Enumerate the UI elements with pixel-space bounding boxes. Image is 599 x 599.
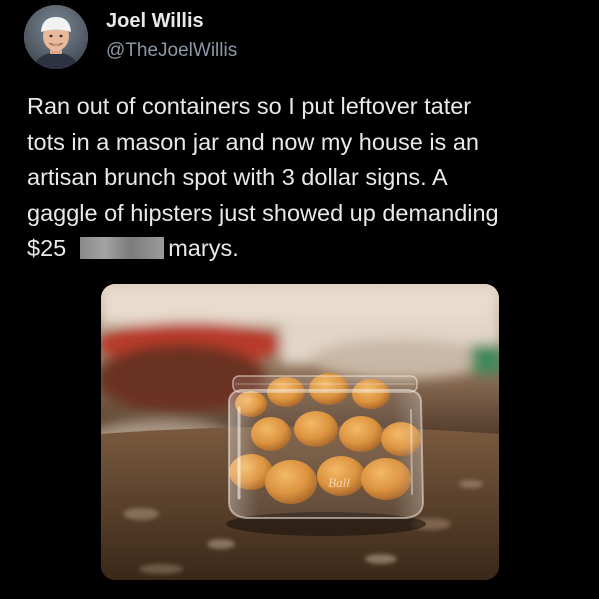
tweet-line-last: $25 marys. [27,231,587,267]
tater-tots-jar-image: Ball [101,284,499,580]
tweet-line: gaggle of hipsters just showed up demand… [27,199,499,226]
tweet-card: Joel Willis @TheJoelWillis Ran out of co… [0,0,599,599]
tweet-marys-text: marys. [168,235,239,261]
redaction-box [80,237,165,259]
avatar-photo [24,5,88,69]
author-name[interactable]: Joel Willis [106,10,204,33]
author-avatar[interactable] [24,5,88,69]
tweet-text: Ran out of containers so I put leftover … [27,89,587,267]
tweet-line: Ran out of containers so I put leftover … [27,93,472,119]
tweet-price-text: $25 [27,235,67,261]
jar-embossing: Ball [328,475,350,490]
tweet-line: artisan brunch spot with 3 dollar signs.… [27,164,448,190]
author-handle[interactable]: @TheJoelWillis [106,40,237,62]
tweet-photo[interactable]: Ball [101,284,499,580]
tweet-line: tots in a mason jar and now my house is … [27,128,479,155]
